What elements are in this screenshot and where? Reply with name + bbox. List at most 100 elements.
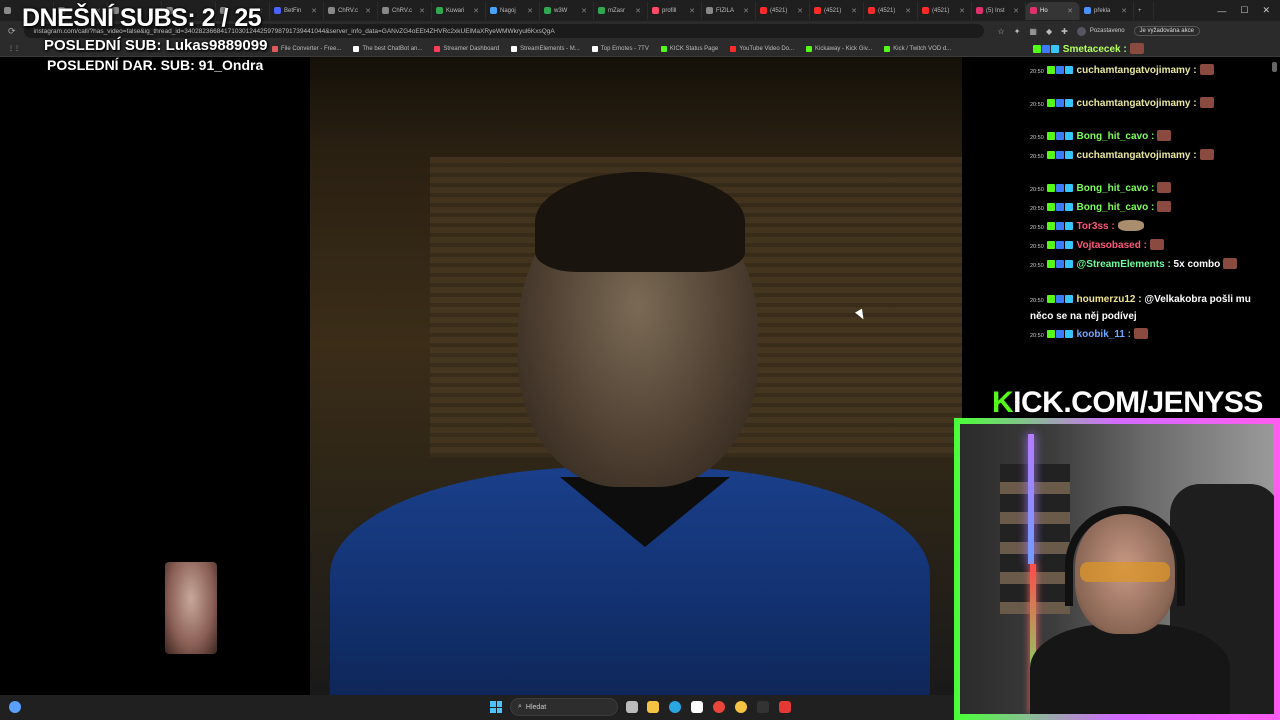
browser-tab[interactable]: BetFin ✕ <box>270 1 324 20</box>
chat-username[interactable]: @StreamElements : <box>1074 259 1171 270</box>
chat-badge-icon <box>1064 184 1073 192</box>
tab-close-icon[interactable]: ✕ <box>473 7 479 15</box>
tab-close-icon[interactable]: ✕ <box>1067 7 1073 15</box>
chat-emote-icon <box>1117 220 1144 231</box>
tab-close-icon[interactable]: ✕ <box>311 7 317 15</box>
update-button[interactable]: Je vyžadována akce <box>1133 26 1200 36</box>
apps-grid-icon[interactable]: ⋮⋮ <box>8 45 20 52</box>
store-icon[interactable] <box>691 701 703 713</box>
bookmark-item[interactable]: Streamer Dashboard <box>434 45 499 52</box>
bookmark-item[interactable]: The best ChatBot an... <box>353 45 422 52</box>
self-view-thumbnail[interactable] <box>165 562 217 654</box>
tab-close-icon[interactable]: ✕ <box>635 7 641 15</box>
file-explorer-icon[interactable] <box>647 701 659 713</box>
browser-tab[interactable]: Ho ✕ <box>1026 1 1080 20</box>
reload-icon[interactable]: ⟳ <box>8 26 16 37</box>
browser-tab[interactable]: mZasr ✕ <box>594 1 648 20</box>
extension-icon[interactable]: ◆ <box>1046 27 1052 36</box>
chat-username[interactable]: Smetacecek : <box>1060 44 1127 55</box>
chrome-active-icon[interactable] <box>735 701 747 713</box>
browser-tab[interactable]: překla ✕ <box>1080 1 1134 20</box>
chat-emote-icon <box>1199 64 1214 75</box>
tab-close-icon[interactable]: ✕ <box>419 7 425 15</box>
chat-emote-icon <box>1134 328 1149 339</box>
chat-username[interactable]: Bong_hit_cavo : <box>1074 131 1155 142</box>
tab-favicon-icon <box>1030 7 1037 14</box>
close-icon[interactable]: ✕ <box>1262 5 1270 16</box>
chat-username[interactable]: cuchamtangatvojimamy : <box>1074 65 1197 76</box>
chat-username[interactable]: Tor3ss : <box>1074 221 1115 232</box>
browser-tab[interactable]: w3W ✕ <box>540 1 594 20</box>
widgets-icon[interactable] <box>9 701 21 713</box>
chat-badge-icon <box>1064 151 1073 159</box>
minimize-icon[interactable]: — <box>1217 6 1226 16</box>
puzzle-icon[interactable]: ✚ <box>1061 27 1068 36</box>
video-call-area <box>0 57 962 695</box>
chat-message: 20:50 Tor3ss : <box>1030 219 1256 236</box>
tab-close-icon[interactable]: ✕ <box>743 7 749 15</box>
tab-close-icon[interactable]: ✕ <box>1121 7 1127 15</box>
profile-button[interactable]: Pozastaveno <box>1076 26 1125 36</box>
chat-badge-icon <box>1046 295 1055 303</box>
terminal-icon[interactable] <box>757 701 769 713</box>
tab-favicon-icon <box>328 7 335 14</box>
chat-username[interactable]: Bong_hit_cavo : <box>1074 202 1155 213</box>
browser-tab[interactable]: ChRV.c ✕ <box>378 1 432 20</box>
taskbar-search[interactable]: ⌕ Hledat <box>510 698 618 716</box>
bookmark-item[interactable]: KICK Status Page <box>660 45 719 52</box>
edge-icon[interactable] <box>669 701 681 713</box>
bookmark-star-icon[interactable]: ☆ <box>998 27 1005 36</box>
tab-close-icon[interactable]: ✕ <box>851 7 857 15</box>
browser-tab[interactable]: (5) Inst ✕ <box>972 1 1026 20</box>
bookmark-item[interactable]: File Converter - Free... <box>272 45 341 52</box>
new-tab-button[interactable]: + <box>1134 1 1154 20</box>
scrollbar[interactable] <box>1272 62 1277 72</box>
tab-label: BetFin <box>284 7 302 14</box>
tab-close-icon[interactable]: ✕ <box>797 7 803 15</box>
chat-message: Smetacecek : <box>1030 42 1256 59</box>
chat-username[interactable]: cuchamtangatvojimamy : <box>1074 98 1197 109</box>
browser-tab[interactable]: (4521) ✕ <box>756 1 810 20</box>
search-icon: ⌕ <box>518 703 522 710</box>
browser-tab[interactable]: (4521) ✕ <box>918 1 972 20</box>
chat-username[interactable]: houmerzu12 : <box>1074 294 1142 305</box>
browser-tab[interactable]: (4521) ✕ <box>864 1 918 20</box>
tab-close-icon[interactable]: ✕ <box>959 7 965 15</box>
browser-tab[interactable]: FIZILA ✕ <box>702 1 756 20</box>
maximize-icon[interactable]: ☐ <box>1240 5 1248 16</box>
chat-emote-icon <box>1157 130 1172 141</box>
chat-username[interactable]: Vojtasobased : <box>1074 240 1147 251</box>
browser-tab[interactable]: Kuwari ✕ <box>432 1 486 20</box>
tab-label: w3W <box>554 7 568 14</box>
extension-icon[interactable]: ✦ <box>1014 27 1021 36</box>
tab-close-icon[interactable]: ✕ <box>905 7 911 15</box>
tab-close-icon[interactable]: ✕ <box>527 7 533 15</box>
bookmark-item[interactable]: Kickaway - Kick Giv... <box>806 45 872 52</box>
browser-tab[interactable]: Nagoj ✕ <box>486 1 540 20</box>
bookmark-item[interactable]: YouTube Video Do... <box>730 45 794 52</box>
task-view-icon[interactable] <box>626 701 638 713</box>
streamer-body <box>1030 624 1230 714</box>
bookmark-item[interactable]: Kick / Twitch VOD d... <box>884 45 951 52</box>
chat-badge-icon <box>1055 241 1064 249</box>
bookmark-item[interactable]: Top Emotes - 7TV <box>591 45 649 52</box>
browser-tab[interactable]: ChRV.c ✕ <box>324 1 378 20</box>
tab-close-icon[interactable]: ✕ <box>1013 7 1019 15</box>
chat-emote-icon <box>1199 97 1214 108</box>
tab-close-icon[interactable]: ✕ <box>689 7 695 15</box>
chat-username[interactable]: koobik_11 : <box>1074 329 1131 340</box>
chat-username[interactable]: cuchamtangatvojimamy : <box>1074 150 1197 161</box>
browser-tab[interactable]: profill ✕ <box>648 1 702 20</box>
chrome-icon[interactable] <box>713 701 725 713</box>
bookmark-item[interactable]: StreamElements - M... <box>511 45 580 52</box>
settings-app-icon[interactable] <box>779 701 791 713</box>
bookmark-label: KICK Status Page <box>669 45 719 52</box>
chat-username[interactable]: Bong_hit_cavo : <box>1074 183 1155 194</box>
browser-tab[interactable]: (4521) ✕ <box>810 1 864 20</box>
chat-timestamp: 20:50 <box>1030 187 1044 193</box>
tab-close-icon[interactable]: ✕ <box>581 7 587 15</box>
tab-close-icon[interactable]: ✕ <box>365 7 371 15</box>
start-button[interactable] <box>490 701 502 713</box>
extension-icon[interactable]: ▦ <box>1029 27 1037 36</box>
chat-timestamp: 20:50 <box>1030 263 1044 269</box>
